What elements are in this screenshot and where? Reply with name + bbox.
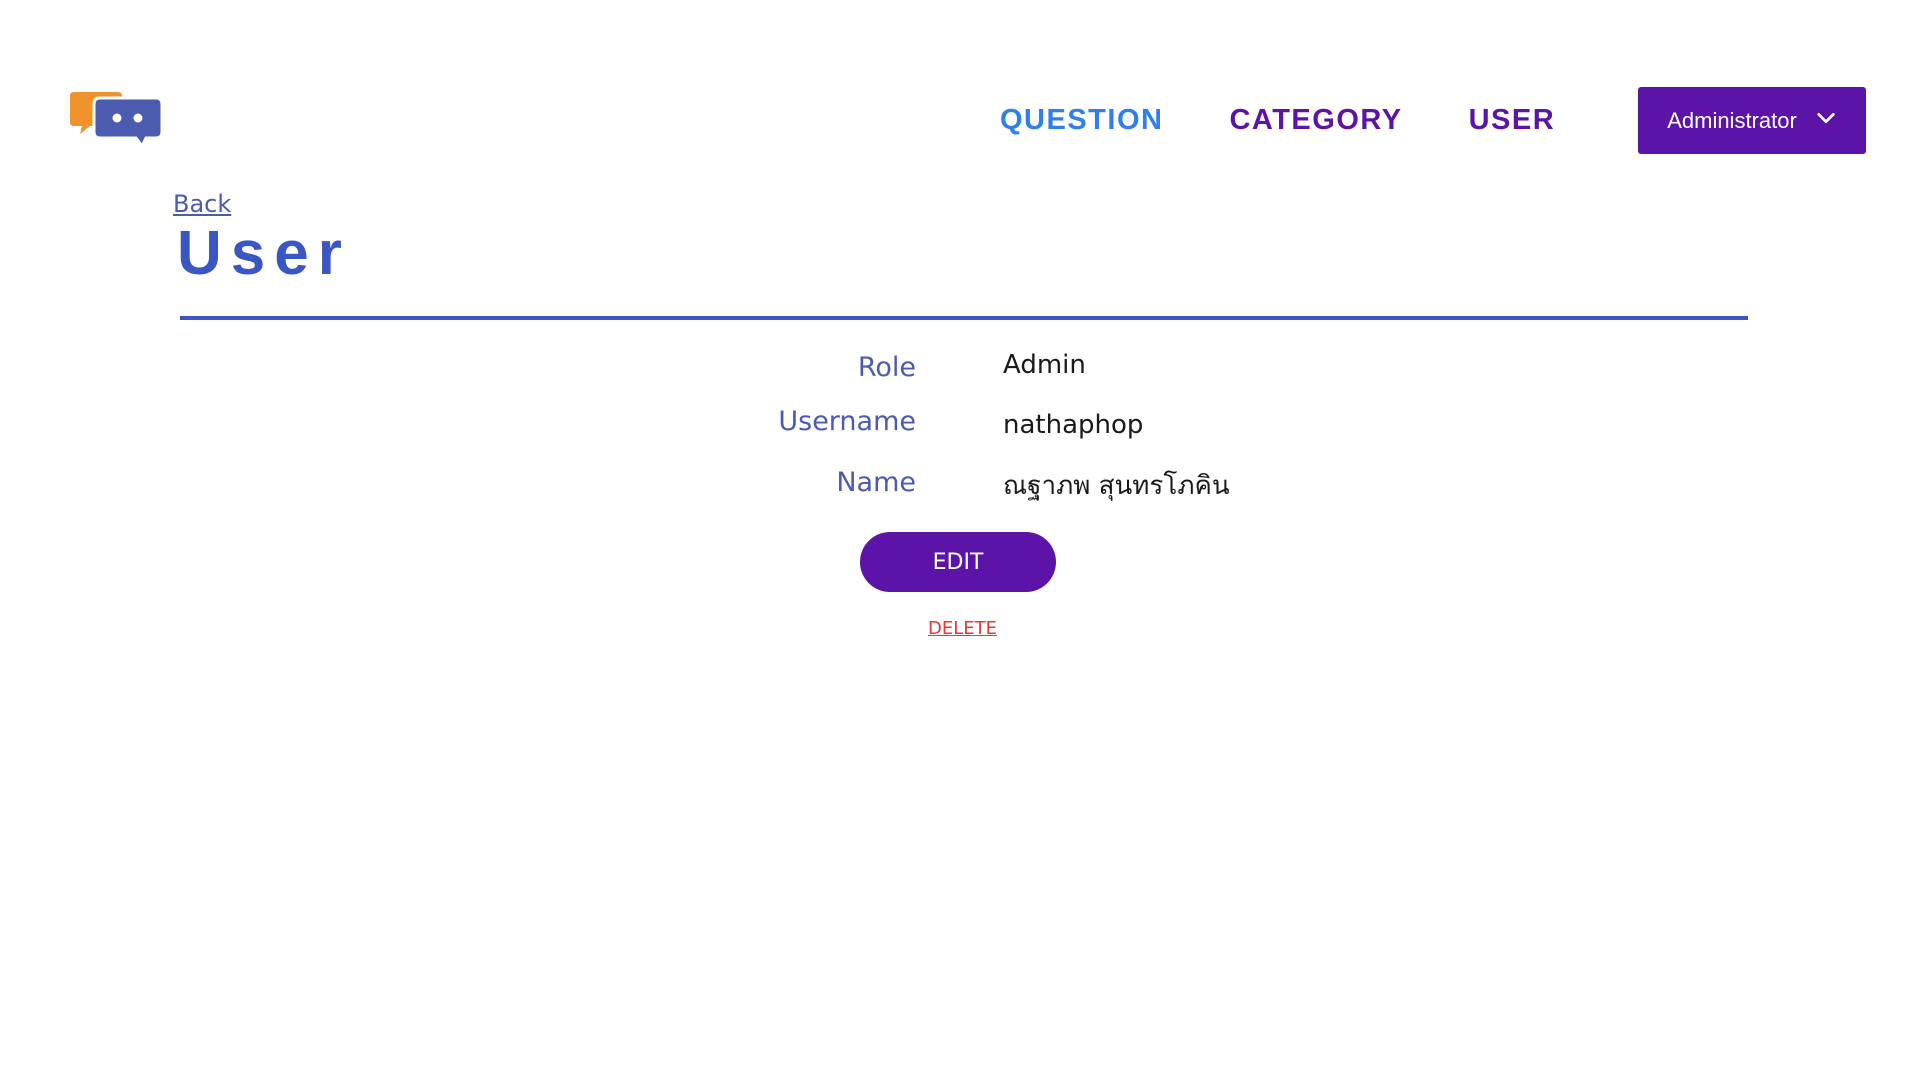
edit-button[interactable]: EDIT <box>860 532 1056 592</box>
detail-value: Admin <box>1003 350 1086 380</box>
chat-bubbles-logo-icon[interactable] <box>70 92 164 149</box>
main-nav: QUESTION CATEGORY USER <box>1000 100 1555 140</box>
detail-label: Name <box>836 467 916 498</box>
nav-user[interactable]: USER <box>1469 104 1556 137</box>
nav-question[interactable]: QUESTION <box>1000 104 1163 137</box>
detail-row-role: Role Admin <box>0 350 1920 400</box>
detail-label: Username <box>778 406 916 437</box>
page-title: User <box>177 219 351 288</box>
detail-label: Role <box>857 352 916 383</box>
account-menu-button[interactable]: Administrator <box>1638 87 1866 154</box>
page: QUESTION CATEGORY USER Administrator Bac… <box>0 0 1920 1080</box>
detail-value: nathaphop <box>1003 410 1144 440</box>
detail-value: ณฐาภพ สุนทรโภคิน <box>1003 471 1230 501</box>
account-menu-label: Administrator <box>1667 107 1797 133</box>
title-divider <box>180 316 1748 320</box>
delete-link[interactable]: DELETE <box>928 618 997 639</box>
chevron-down-icon <box>1815 107 1837 135</box>
back-link[interactable]: Back <box>173 190 231 218</box>
detail-row-username: Username nathaphop <box>0 406 1920 456</box>
detail-row-name: Name ณฐาภพ สุนทรโภคิน <box>0 467 1920 517</box>
nav-category[interactable]: CATEGORY <box>1229 104 1402 137</box>
